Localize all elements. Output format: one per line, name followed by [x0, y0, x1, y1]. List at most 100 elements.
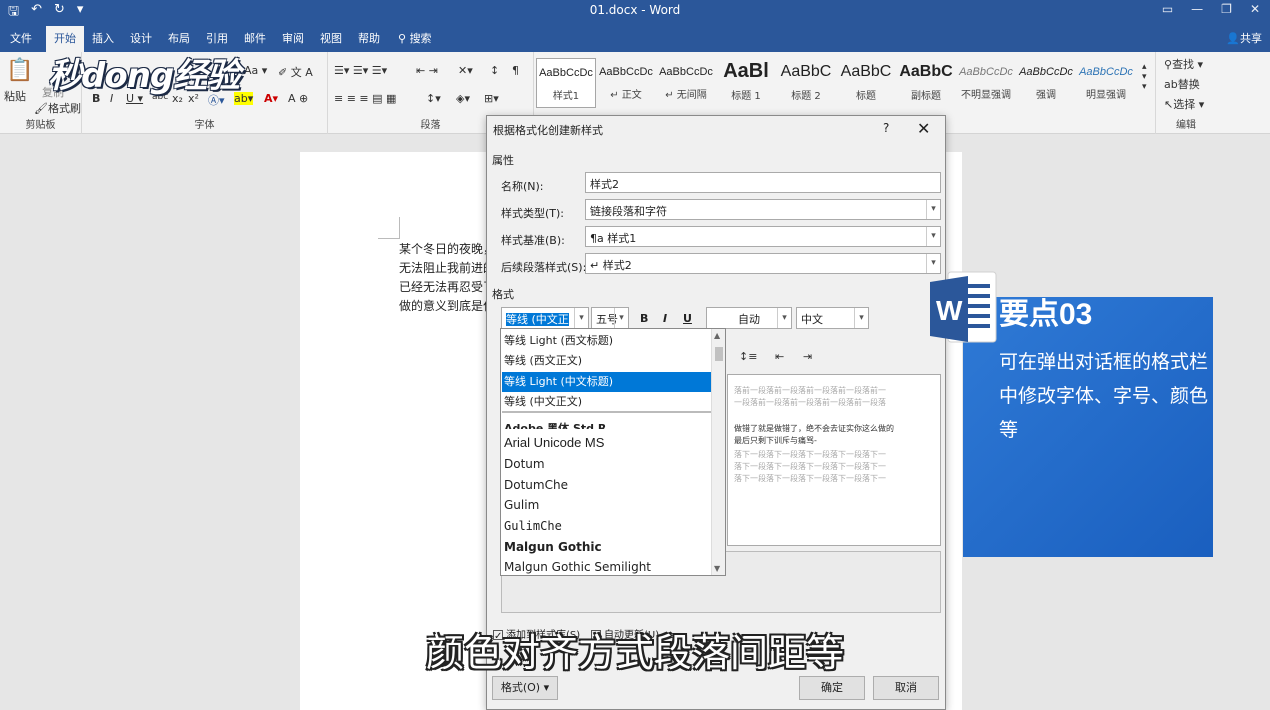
tab-file[interactable]: 文件 [10, 30, 32, 46]
underline-button[interactable]: U [683, 312, 692, 325]
next-style-select[interactable]: ↵ 样式2 ▾ [585, 253, 941, 274]
ribbon-display-icon[interactable]: ▭ [1162, 2, 1173, 16]
italic-button[interactable]: I [663, 312, 667, 325]
style-name: 强调 [1036, 90, 1056, 101]
find-button[interactable]: ⚲查找 ▾ [1164, 56, 1203, 72]
style-item-title[interactable]: AaBbC 标题 [836, 58, 896, 108]
tab-search[interactable]: ⚲ 搜索 [398, 30, 432, 46]
tab-references[interactable]: 引用 [206, 30, 228, 46]
close-window-icon[interactable]: ✕ [1250, 2, 1260, 16]
tab-layout[interactable]: 布局 [168, 30, 190, 46]
font-dropdown-list[interactable]: 等线 Light (西文标题) 等线 (西文正文) 等线 Light (中文标题… [500, 328, 726, 576]
scroll-down-icon[interactable]: ▼ [714, 564, 720, 573]
font-option[interactable]: DotumChe [502, 475, 712, 495]
share-label: 共享 [1240, 32, 1262, 45]
style-name: 副标题 [911, 91, 941, 102]
editing-group-label: 编辑 [1176, 120, 1196, 131]
preview-main-line: 最后只剩下训斥与痛骂- [734, 436, 817, 445]
scrollbar[interactable]: ▲ ▼ [711, 329, 725, 575]
section-properties: 属性 [492, 154, 514, 167]
based-on-select[interactable]: ¶a 样式1 ▾ [585, 226, 941, 247]
style-item-style1[interactable]: AaBbCcDc 样式1 [536, 58, 596, 108]
tab-mailings[interactable]: 邮件 [244, 30, 266, 46]
doc-line: 做的意义到底是什 [399, 299, 496, 313]
style-item-emphasis[interactable]: AaBbCcDc 强调 [1016, 58, 1076, 108]
font-option[interactable]: Gulim [502, 495, 712, 515]
document-text[interactable]: 某个冬日的夜晚， 无法阻止我前进的 已经无法再忍受了 做的意义到底是什 [399, 240, 495, 316]
line-spacing-icon[interactable]: ↕▾ [426, 92, 441, 105]
font-size-select[interactable]: 五号 ▾ [591, 307, 629, 329]
style-name: 标题 [856, 91, 876, 102]
font-option[interactable]: 等线 (西文正文) [502, 351, 712, 371]
ok-button[interactable]: 确定 [799, 676, 865, 700]
tip-card: 要点03 可在弹出对话框的格式栏中修改字体、字号、颜色等 [963, 297, 1213, 557]
font-size-grow-icon[interactable]: Aa ▾ [244, 64, 267, 77]
based-on-value: 样式1 [607, 232, 637, 245]
style-item-heading1[interactable]: AaBl 标题 1 [716, 58, 776, 108]
paste-label[interactable]: 粘贴 [4, 88, 26, 104]
font-option[interactable]: Malgun Gothic Semilight [502, 557, 712, 575]
decrease-indent-icon[interactable]: ⇤ [775, 350, 784, 363]
font-color-icon[interactable]: A▾ [264, 92, 278, 105]
font-option-selected[interactable]: 等线 Light (中文标题) [502, 372, 712, 392]
style-sample: AaBbCcDc [539, 67, 593, 79]
font-option[interactable]: 等线 Light (西文标题) [502, 331, 712, 351]
indent-icon[interactable]: ⇤ ⇥ [416, 64, 438, 77]
char-shading-icon[interactable]: A ⊕ [288, 92, 308, 105]
tab-design[interactable]: 设计 [130, 30, 152, 46]
align-icons[interactable]: ≡ ≡ ≡ ▤ ▦ [334, 92, 396, 105]
style-item-intense-emphasis[interactable]: AaBbCcDc 明显强调 [1076, 58, 1136, 108]
help-button[interactable]: ? [883, 121, 889, 135]
font-option[interactable]: Malgun Gothic [502, 537, 712, 557]
borders-icon[interactable]: ⊞▾ [484, 92, 499, 105]
sort-icon[interactable]: ↕ [490, 64, 499, 77]
font-option[interactable]: Dotum [502, 454, 712, 474]
font-option[interactable]: 等线 (中文正文) [502, 392, 712, 412]
show-marks-icon[interactable]: ¶ [512, 64, 519, 77]
scroll-thumb[interactable] [715, 347, 723, 361]
font-option[interactable]: Arial Unicode MS [502, 433, 712, 453]
cancel-button[interactable]: 取消 [873, 676, 939, 700]
gallery-scroll-icon[interactable]: ▴ ▾ ▾ [1142, 62, 1147, 92]
clear-format-icon[interactable]: ✐ 文 A [278, 64, 313, 80]
tab-view[interactable]: 视图 [320, 30, 342, 46]
format-painter-button[interactable]: 🖌格式刷 [34, 100, 81, 116]
style-item-heading2[interactable]: AaBbC 标题 2 [776, 58, 836, 108]
chevron-down-icon: ▾ [614, 308, 628, 328]
shading-icon[interactable]: ◈▾ [456, 92, 470, 105]
paste-icon[interactable]: 📋 [6, 58, 33, 83]
style-item-no-spacing[interactable]: AaBbCcDc ↵ 无间隔 [656, 58, 716, 108]
style-item-subtitle[interactable]: AaBbC 副标题 [896, 58, 956, 108]
style-name: 不明显强调 [961, 90, 1011, 101]
restore-icon[interactable]: ❐ [1221, 2, 1232, 16]
share-button[interactable]: 👤共享 [1226, 30, 1262, 46]
font-option[interactable]: GulimChe [502, 516, 712, 536]
tab-help[interactable]: 帮助 [358, 30, 380, 46]
margin-corner-mark [378, 217, 400, 239]
replace-button[interactable]: ab替换 [1164, 76, 1200, 92]
scroll-up-icon[interactable]: ▲ [714, 331, 720, 340]
style-item-subtle-emphasis[interactable]: AaBbCcDc 不明显强调 [956, 58, 1016, 108]
close-icon[interactable]: ✕ [917, 119, 930, 138]
name-input[interactable]: 样式2 [585, 172, 941, 193]
tab-insert[interactable]: 插入 [92, 30, 114, 46]
language-select[interactable]: 中文 ▾ [796, 307, 869, 329]
font-color-select[interactable]: 自动 ▾ [706, 307, 792, 329]
style-item-normal[interactable]: AaBbCcDc ↵ 正文 [596, 58, 656, 108]
format-menu-button[interactable]: 格式(O) ▾ [492, 676, 558, 700]
tab-review[interactable]: 审阅 [282, 30, 304, 46]
style-type-value: 链接段落和字符 [590, 205, 667, 218]
chinese-layout-icon[interactable]: ✕▾ [458, 64, 473, 77]
style-type-select[interactable]: 链接段落和字符 ▾ [585, 199, 941, 220]
replace-label: 替换 [1177, 78, 1200, 91]
font-name-select[interactable]: 等线 (中文正文)▾ [501, 307, 589, 342]
select-button[interactable]: ↖选择 ▾ [1164, 96, 1204, 112]
chevron-down-icon: ▾ [574, 308, 588, 328]
style-sample: AaBbCcDc [1019, 66, 1073, 78]
bullets-icon[interactable]: ☰▾ ☰▾ ☰▾ [334, 64, 387, 77]
minimize-icon[interactable]: — [1191, 2, 1203, 16]
bold-button[interactable]: B [640, 312, 648, 325]
font-option[interactable]: Adobe 黑体 Std R [502, 419, 712, 429]
increase-indent-icon[interactable]: ⇥ [803, 350, 812, 363]
spacing-icon[interactable]: ↕≡ [739, 350, 757, 363]
